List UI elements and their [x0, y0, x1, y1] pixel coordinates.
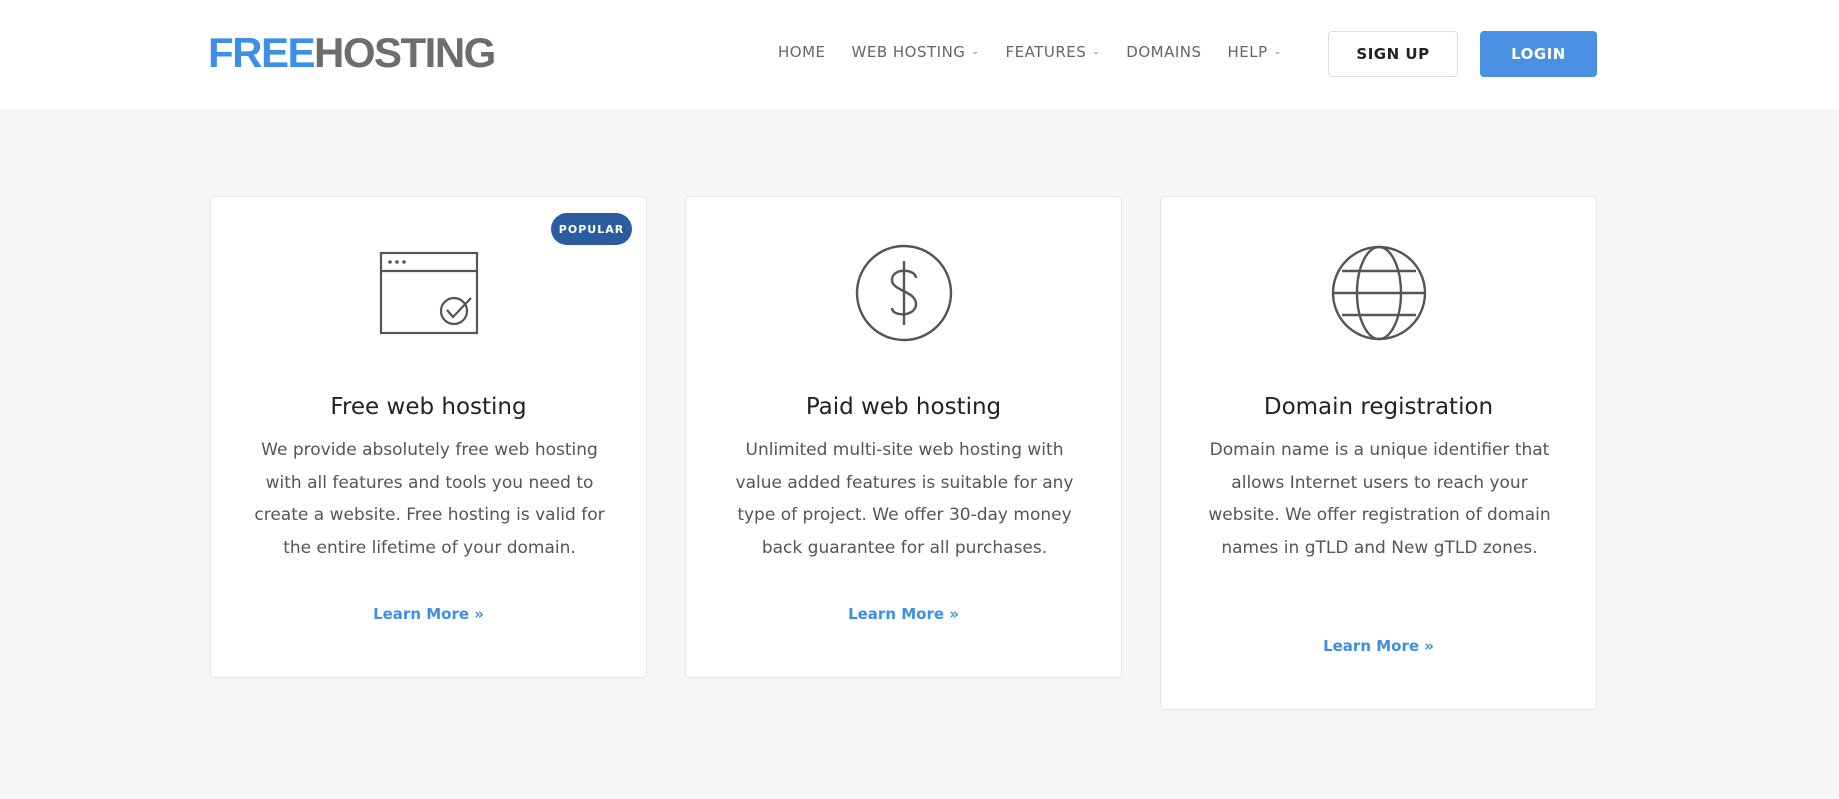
feature-card-free-hosting: POPULAR Free web hosting We provide abso…: [210, 196, 647, 678]
nav-item-help[interactable]: HELP ⌄: [1228, 43, 1282, 61]
feature-card-paid-hosting: Paid web hosting Unlimited multi-site we…: [685, 196, 1122, 678]
card-title: Domain registration: [1263, 394, 1494, 420]
feature-card-domain-registration: Domain registration Domain name is a uni…: [1160, 196, 1597, 710]
chevron-down-icon: ⌄: [1273, 47, 1282, 57]
chevron-down-icon: ⌄: [1092, 47, 1101, 57]
nav-item-label: HOME: [778, 43, 826, 61]
dollar-icon: [854, 243, 954, 343]
globe-icon: [1329, 243, 1429, 343]
learn-more-link[interactable]: Learn More »: [1161, 637, 1596, 655]
nav-item-label: FEATURES: [1005, 43, 1087, 61]
card-description: Unlimited multi-site web hosting with va…: [735, 440, 1074, 558]
main-nav: HOME WEB HOSTING ⌄ FEATURES ⌄ DOMAINS HE…: [778, 40, 1308, 64]
nav-item-features[interactable]: FEATURES ⌄: [1005, 43, 1100, 61]
card-description: Domain name is a unique identifier that …: [1208, 440, 1551, 558]
learn-more-link[interactable]: Learn More »: [686, 605, 1121, 623]
site-logo[interactable]: FREEHOSTING: [208, 29, 496, 76]
popular-badge: POPULAR: [551, 213, 632, 245]
logo-hosting-text: HOSTING: [314, 29, 496, 76]
nav-item-domains[interactable]: DOMAINS: [1126, 43, 1201, 61]
login-button[interactable]: LOGIN: [1480, 31, 1597, 77]
sign-up-button[interactable]: SIGN UP: [1328, 31, 1458, 77]
nav-item-label: DOMAINS: [1126, 43, 1202, 61]
card-title: Paid web hosting: [805, 394, 1002, 420]
logo-free-text: FREE: [208, 29, 316, 76]
learn-more-link[interactable]: Learn More »: [211, 605, 646, 623]
card-description: We provide absolutely free web hosting w…: [254, 440, 605, 558]
nav-item-label: HELP: [1227, 43, 1268, 61]
browser-check-icon: [379, 243, 479, 343]
chevron-down-icon: ⌄: [971, 47, 980, 57]
nav-item-web-hosting[interactable]: WEB HOSTING ⌄: [852, 43, 980, 61]
card-title: Free web hosting: [330, 394, 527, 420]
site-header: FREEHOSTING HOME WEB HOSTING ⌄ FEATURES …: [0, 0, 1839, 109]
nav-item-label: WEB HOSTING: [851, 43, 966, 61]
nav-item-home[interactable]: HOME: [778, 43, 826, 61]
